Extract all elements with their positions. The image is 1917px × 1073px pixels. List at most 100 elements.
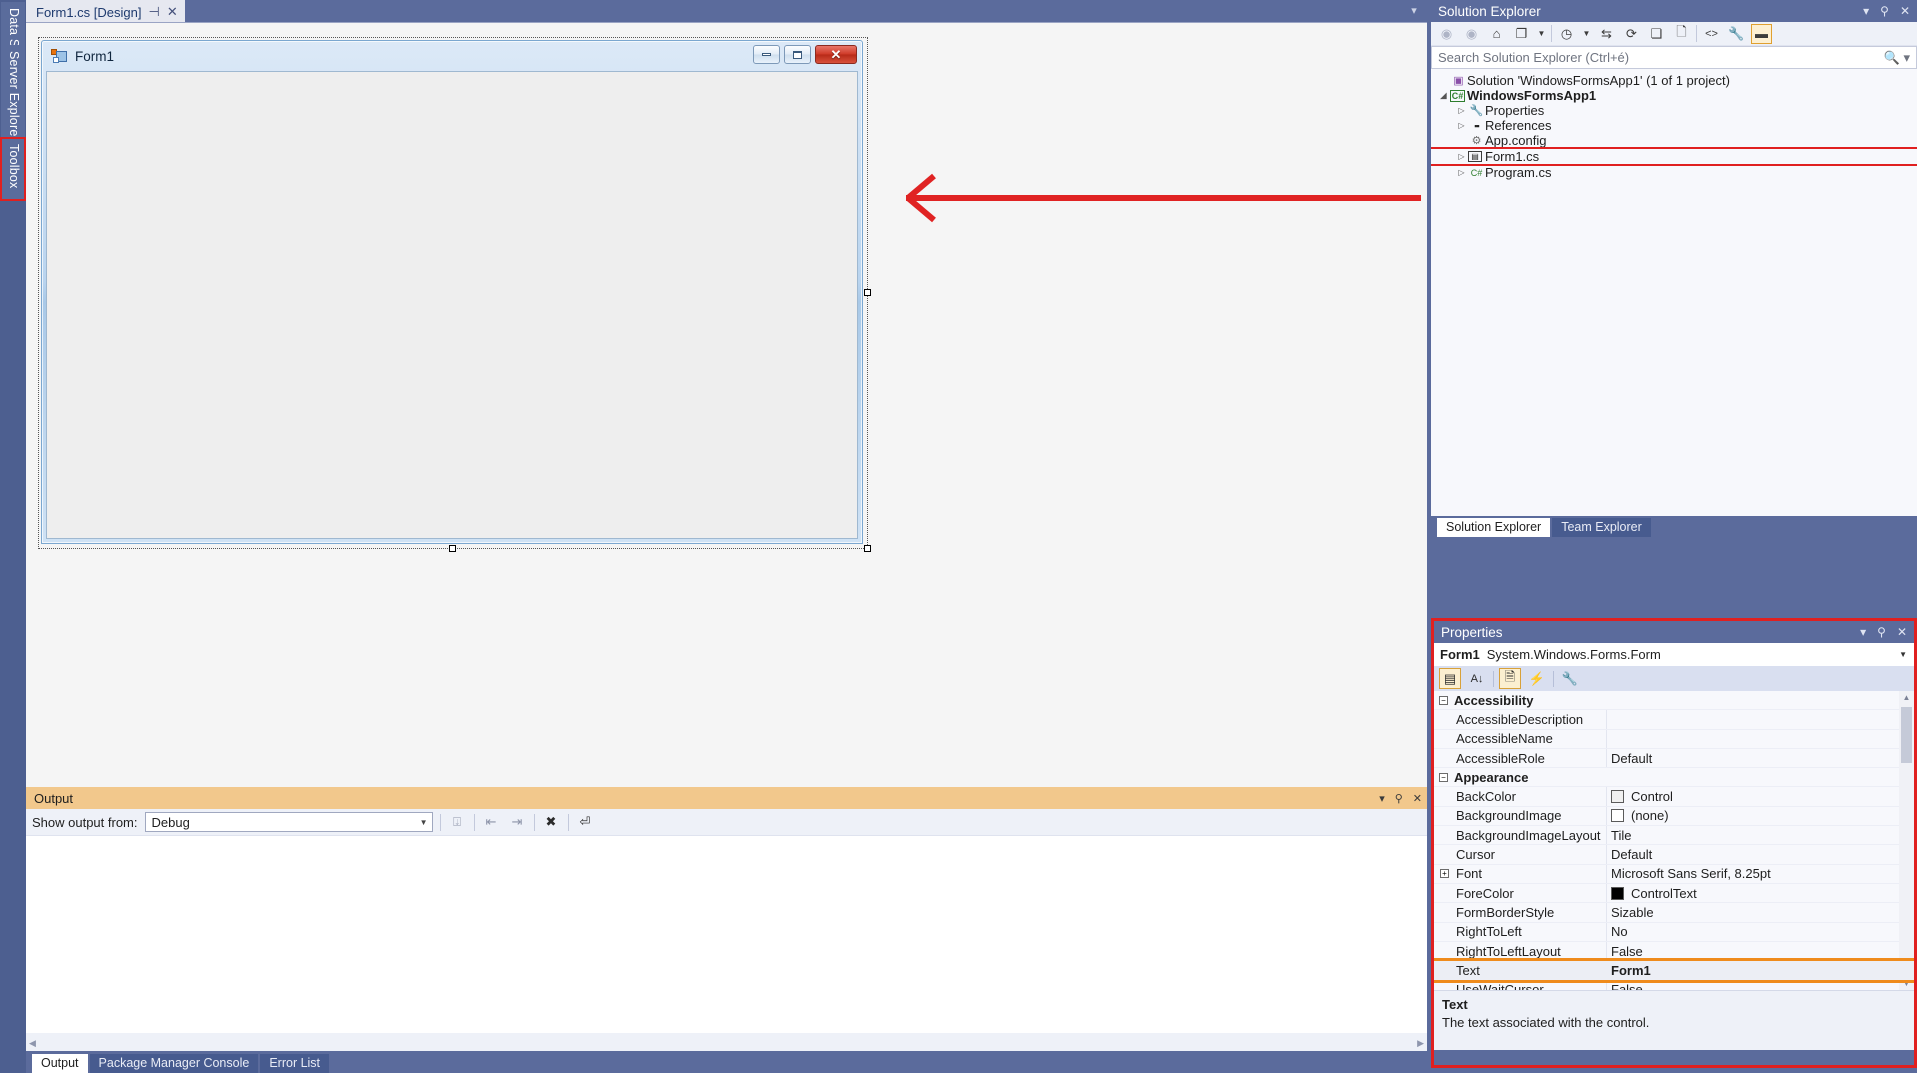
tab-package-manager-console[interactable]: Package Manager Console <box>89 1054 259 1073</box>
property-category-accessibility[interactable]: − Accessibility <box>1434 691 1914 711</box>
property-row-formborderstyle[interactable]: FormBorderStyle Sizable <box>1434 903 1914 923</box>
tree-item-program-cs[interactable]: ▷ C# Program.cs <box>1431 165 1917 180</box>
tree-item-form1-cs[interactable]: ▷ ▤ Form1.cs <box>1431 147 1917 166</box>
collapse-icon[interactable]: − <box>1439 772 1448 782</box>
property-category-appearance[interactable]: − Appearance <box>1434 768 1914 788</box>
close-icon[interactable]: ✕ <box>167 4 178 20</box>
pending-changes-filter-icon[interactable]: ◷ <box>1556 24 1577 44</box>
sidebar-item-toolbox[interactable]: Toolbox <box>0 137 26 201</box>
sync-dropdown-icon[interactable]: ▼ <box>1536 24 1547 44</box>
home-icon[interactable]: ⌂ <box>1486 24 1507 44</box>
filter-dropdown-icon[interactable]: ▼ <box>1581 24 1592 44</box>
search-solution-explorer-input[interactable]: Search Solution Explorer (Ctrl+é) 🔍 ▾ <box>1431 46 1917 69</box>
properties-icon[interactable]: 🔧 <box>1726 24 1747 44</box>
pin-icon[interactable]: ⚲ <box>1880 4 1889 18</box>
output-source-select[interactable]: Debug ▼ <box>144 812 433 832</box>
preview-selected-items-icon[interactable]: ▬ <box>1751 23 1772 44</box>
collapse-all-icon[interactable]: ❏ <box>1646 24 1667 44</box>
resize-handle-right[interactable] <box>864 289 871 296</box>
resize-handle-bottom[interactable] <box>449 545 456 552</box>
categorized-icon[interactable]: ▤ <box>1439 668 1461 689</box>
tree-item-solution[interactable]: ▣ Solution 'WindowsFormsApp1' (1 of 1 pr… <box>1431 73 1917 88</box>
toggle-word-wrap-icon[interactable]: ⏎ <box>576 813 595 832</box>
chevron-down-icon[interactable]: ▼ <box>1899 650 1907 659</box>
output-horizontal-scrollbar[interactable]: ◀ ▶ <box>26 1035 1427 1051</box>
chevron-right-icon[interactable]: ▷ <box>1455 106 1468 115</box>
pin-icon[interactable]: ⚲ <box>1877 625 1886 639</box>
collapse-icon[interactable]: − <box>1439 695 1448 705</box>
property-row-forecolor[interactable]: ForeColor ControlText <box>1434 884 1914 904</box>
property-pages-icon[interactable]: 🔧 <box>1559 668 1581 689</box>
chevron-right-icon[interactable]: ▷ <box>1455 168 1468 177</box>
output-text-area[interactable] <box>26 836 1427 1033</box>
show-all-files-icon[interactable]: 🗋 <box>1671 24 1692 44</box>
property-row-righttoleft[interactable]: RightToLeft No <box>1434 923 1914 942</box>
properties-view-icon[interactable]: 🗎 <box>1499 668 1521 689</box>
scroll-left-icon[interactable]: ◀ <box>29 1038 36 1049</box>
expand-icon[interactable]: + <box>1440 868 1449 878</box>
properties-grid[interactable]: − Accessibility AccessibleDescription Acc… <box>1434 691 1914 990</box>
property-row-accessiblename[interactable]: AccessibleName <box>1434 730 1914 749</box>
property-row-accessibledescription[interactable]: AccessibleDescription <box>1434 710 1914 730</box>
find-message-icon[interactable]: ⍗ <box>448 813 467 832</box>
tab-output[interactable]: Output <box>32 1054 88 1073</box>
chevron-down-icon[interactable]: ▾ <box>1860 625 1866 639</box>
tree-item-properties[interactable]: ▷ 🔧 Properties <box>1431 103 1917 118</box>
solution-explorer-tree[interactable]: ▣ Solution 'WindowsFormsApp1' (1 of 1 pr… <box>1431 69 1917 516</box>
tab-form1-cs-design[interactable]: Form1.cs [Design] ⊣ ✕ <box>26 0 185 22</box>
back-icon[interactable]: ◉ <box>1436 24 1457 44</box>
property-value[interactable]: No <box>1606 924 1914 939</box>
scroll-up-icon[interactable]: ▲ <box>1899 693 1914 702</box>
events-view-icon[interactable]: ⚡ <box>1526 668 1548 689</box>
search-icon[interactable]: 🔍 ▾ <box>1884 50 1910 66</box>
go-to-next-icon[interactable]: ⇥ <box>508 813 527 832</box>
form1-preview-window[interactable]: Form1 ✕ <box>41 40 863 544</box>
tab-error-list[interactable]: Error List <box>260 1054 330 1073</box>
scroll-right-icon[interactable]: ▶ <box>1417 1038 1424 1049</box>
property-value[interactable]: Microsoft Sans Serif, 8.25pt <box>1606 866 1914 881</box>
property-value[interactable]: Sizable <box>1606 905 1914 920</box>
scrollbar-thumb[interactable] <box>1901 707 1912 763</box>
property-row-font[interactable]: + Font Microsoft Sans Serif, 8.25pt <box>1434 865 1914 884</box>
pin-icon[interactable]: ⊣ <box>148 4 159 20</box>
chevron-down-icon[interactable]: ◢ <box>1437 91 1450 100</box>
chevron-right-icon[interactable]: ▷ <box>1455 121 1468 130</box>
clear-all-icon[interactable]: ✖ <box>542 813 561 832</box>
property-row-cursor[interactable]: Cursor Default <box>1434 845 1914 865</box>
close-icon[interactable]: ✕ <box>1897 625 1907 639</box>
pin-icon[interactable]: ⚲ <box>1395 792 1403 805</box>
chevron-down-icon[interactable]: ▾ <box>1379 792 1385 805</box>
resize-handle-bottom-right[interactable] <box>864 545 871 552</box>
sync-views-icon[interactable]: ⇆ <box>1596 24 1617 44</box>
property-value[interactable]: False <box>1606 944 1914 959</box>
property-value[interactable]: Default <box>1606 847 1914 862</box>
property-row-backgroundimage[interactable]: BackgroundImage (none) <box>1434 807 1914 827</box>
chevron-right-icon[interactable]: ▷ <box>1455 152 1468 161</box>
properties-grid-scrollbar[interactable]: ▲ ▼ <box>1899 691 1914 990</box>
property-value[interactable]: Default <box>1606 751 1914 766</box>
property-row-text[interactable]: Text Form1 <box>1434 958 1914 984</box>
go-to-previous-icon[interactable]: ⇤ <box>482 813 501 832</box>
close-icon[interactable]: ✕ <box>1413 792 1422 805</box>
chevron-down-icon[interactable]: ▾ <box>1407 4 1421 18</box>
tree-item-app-config[interactable]: ⚙ App.config <box>1431 133 1917 148</box>
form-client-area[interactable] <box>46 71 858 539</box>
alphabetical-sort-icon[interactable]: A↓ <box>1466 668 1488 689</box>
minimize-button[interactable] <box>753 45 780 64</box>
property-row-usewaitcursor[interactable]: UseWaitCursor False <box>1434 980 1914 990</box>
tab-solution-explorer[interactable]: Solution Explorer <box>1437 518 1551 537</box>
chevron-down-icon[interactable]: ▾ <box>1863 4 1869 18</box>
view-code-icon[interactable]: <> <box>1701 24 1722 44</box>
forward-icon[interactable]: ◉ <box>1461 24 1482 44</box>
property-row-righttoleftlayout[interactable]: RightToLeftLayout False <box>1434 942 1914 962</box>
property-row-backcolor[interactable]: BackColor Control <box>1434 787 1914 807</box>
refresh-icon[interactable]: ⟳ <box>1621 24 1642 44</box>
property-value[interactable]: False <box>1606 982 1914 990</box>
property-row-backgroundimagelayout[interactable]: BackgroundImageLayout Tile <box>1434 826 1914 846</box>
property-value[interactable]: Tile <box>1606 828 1914 843</box>
properties-object-selector[interactable]: Form1 System.Windows.Forms.Form ▼ <box>1434 643 1914 666</box>
maximize-button[interactable] <box>784 45 811 64</box>
form-designer-surface[interactable]: Form1 ✕ <box>26 22 1427 787</box>
property-value[interactable]: Form1 <box>1606 963 1914 978</box>
tree-item-references[interactable]: ▷ ▪▪ References <box>1431 118 1917 133</box>
